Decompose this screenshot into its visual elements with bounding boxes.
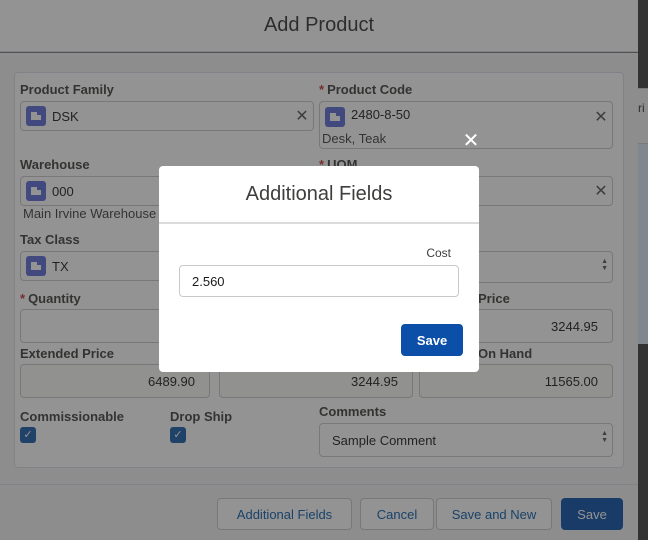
additional-fields-dialog: Additional Fields Cost 2.560 Save xyxy=(159,166,479,372)
cost-input[interactable]: 2.560 xyxy=(179,265,459,297)
dialog-save-button[interactable]: Save xyxy=(401,324,463,356)
cost-label: Cost xyxy=(426,246,451,260)
dialog-title: Additional Fields xyxy=(159,166,479,224)
close-icon[interactable]: ✕ xyxy=(462,131,480,151)
